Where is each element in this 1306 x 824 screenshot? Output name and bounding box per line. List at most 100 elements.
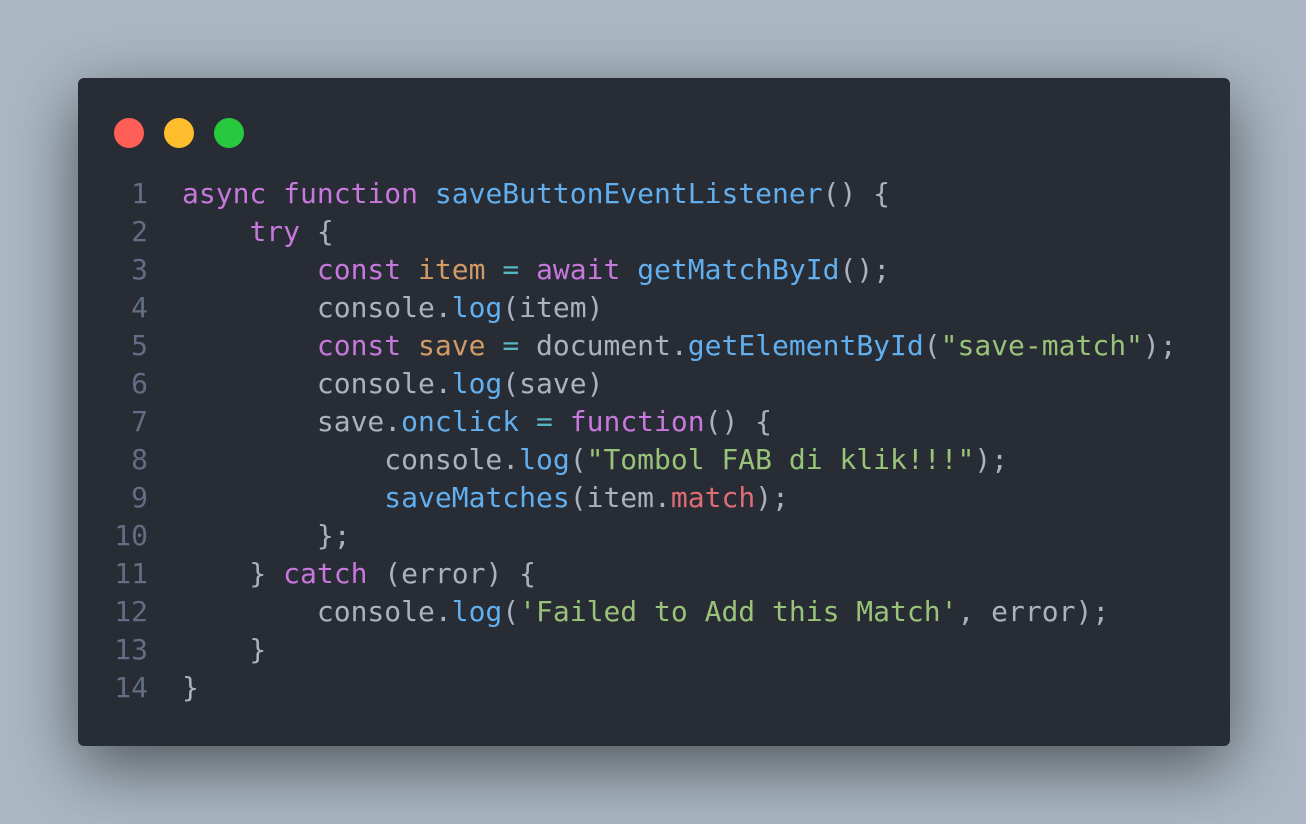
- code-token: document.: [519, 329, 688, 362]
- code-text: } catch (error) {: [182, 557, 536, 590]
- code-token: await: [536, 253, 621, 286]
- code-text: async function saveButtonEventListener()…: [182, 177, 890, 210]
- code-line: 4 console.log(item): [78, 289, 1177, 327]
- code-block: 1 async function saveButtonEventListener(…: [78, 175, 1177, 707]
- line-number: 8: [131, 443, 148, 476]
- line-number: 12: [114, 595, 148, 628]
- code-token: saveMatches: [384, 481, 570, 514]
- code-token: log: [451, 291, 503, 324]
- code-window: 1 async function saveButtonEventListener(…: [78, 78, 1230, 746]
- code-token: saveButtonEventListener: [434, 177, 823, 210]
- code-token: "save-match": [940, 329, 1143, 362]
- line-number: 10: [114, 519, 148, 552]
- code-token: () {: [704, 405, 773, 438]
- code-token: log: [519, 443, 570, 476]
- zoom-window-icon[interactable]: [214, 118, 244, 148]
- code-token: const: [316, 253, 402, 286]
- code-token: function: [283, 177, 419, 210]
- code-token: }: [182, 671, 199, 704]
- code-text: console.log("Tombol FAB di klik!!!");: [182, 443, 1008, 476]
- code-token: (: [502, 595, 520, 628]
- code-token: async: [182, 177, 267, 210]
- code-token: match: [670, 481, 756, 514]
- code-token: function: [569, 405, 705, 438]
- code-line: 14}: [78, 669, 1177, 707]
- code-token: (item.: [569, 481, 671, 514]
- code-token: console.: [182, 291, 452, 324]
- code-line: 5 const save = document.getElementById("…: [78, 327, 1177, 365]
- code-token: catch: [283, 557, 368, 590]
- code-token: log: [451, 367, 503, 400]
- code-token: (save): [502, 367, 604, 400]
- code-token: =: [502, 253, 520, 286]
- code-line: 6 console.log(save): [78, 365, 1177, 403]
- code-line: 7 save.onclick = function() {: [78, 403, 1177, 441]
- code-text: console.log('Failed to Add this Match', …: [182, 595, 1109, 628]
- line-number: 13: [114, 633, 148, 666]
- code-token: }: [182, 557, 284, 590]
- code-token: log: [451, 595, 503, 628]
- code-line: 3 const item = await getMatchById();: [78, 251, 1177, 289]
- code-token: (: [923, 329, 941, 362]
- code-line: 12 console.log('Failed to Add this Match…: [78, 593, 1177, 631]
- minimize-window-icon[interactable]: [164, 118, 194, 148]
- line-number: 9: [131, 481, 148, 514]
- code-token: console.: [182, 367, 452, 400]
- code-text: console.log(save): [182, 367, 604, 400]
- close-window-icon[interactable]: [114, 118, 144, 148]
- code-token: console.: [182, 443, 520, 476]
- code-token: };: [182, 519, 351, 552]
- code-text: };: [182, 519, 351, 552]
- code-text: const item = await getMatchById();: [182, 253, 890, 286]
- code-token: , error);: [957, 595, 1110, 628]
- line-number: 3: [131, 253, 148, 286]
- line-number: 1: [131, 177, 148, 210]
- line-number: 7: [131, 405, 148, 438]
- line-number: 4: [131, 291, 148, 324]
- line-number: 14: [114, 671, 148, 704]
- code-token: save: [418, 329, 486, 362]
- code-token: );: [1142, 329, 1177, 362]
- code-token: );: [755, 481, 789, 514]
- code-token: console.: [182, 595, 452, 628]
- code-token: }: [182, 633, 267, 666]
- code-token: const: [316, 329, 402, 362]
- code-token: =: [502, 329, 520, 362]
- code-token: (: [569, 443, 587, 476]
- code-line: 10 };: [78, 517, 1177, 555]
- code-text: }: [182, 633, 266, 666]
- code-token: onclick: [401, 405, 520, 438]
- code-token: try: [249, 215, 301, 248]
- code-token: =: [536, 405, 553, 438]
- code-token: "Tombol FAB di klik!!!": [586, 443, 975, 476]
- line-number: 11: [114, 557, 148, 590]
- code-token: (error) {: [367, 557, 537, 590]
- code-text: console.log(item): [182, 291, 604, 324]
- code-token: {: [300, 215, 334, 248]
- code-text: save.onclick = function() {: [182, 405, 772, 438]
- code-token: () {: [822, 177, 891, 210]
- code-token: ();: [839, 253, 891, 286]
- code-line: 11 } catch (error) {: [78, 555, 1177, 593]
- code-token: getElementById: [687, 329, 924, 362]
- code-text: try {: [182, 215, 334, 248]
- line-number: 2: [131, 215, 148, 248]
- code-token: );: [974, 443, 1009, 476]
- line-number: 5: [131, 329, 148, 362]
- code-token: 'Failed to Add this Match': [519, 595, 958, 628]
- code-line: 13 }: [78, 631, 1177, 669]
- code-line: 8 console.log("Tombol FAB di klik!!!");: [78, 441, 1177, 479]
- line-number: 6: [131, 367, 148, 400]
